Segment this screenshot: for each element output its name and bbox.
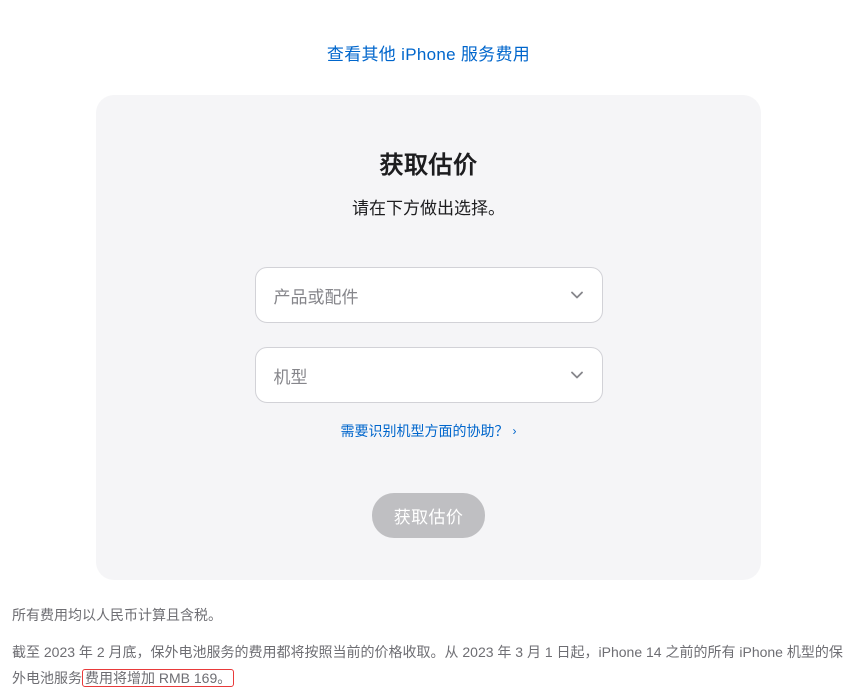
footer-notes: 所有费用均以人民币计算且含税。 截至 2023 年 2 月底，保外电池服务的费用… <box>0 580 857 692</box>
price-increase-highlight: 费用将增加 RMB 169。 <box>82 669 234 687</box>
help-link-wrap: 需要识别机型方面的协助？ › <box>136 421 721 441</box>
footer-note-2: 截至 2023 年 2 月底，保外电池服务的费用都将按照当前的价格收取。从 20… <box>12 639 845 692</box>
top-link-wrap: 查看其他 iPhone 服务费用 <box>0 0 857 95</box>
other-services-link[interactable]: 查看其他 iPhone 服务费用 <box>327 45 530 64</box>
product-select[interactable]: 产品或配件 <box>255 267 603 323</box>
identify-model-help-link[interactable]: 需要识别机型方面的协助？ › <box>341 421 517 441</box>
page-container: 查看其他 iPhone 服务费用 获取估价 请在下方做出选择。 产品或配件 机型… <box>0 0 857 692</box>
help-link-label: 需要识别机型方面的协助？ <box>341 421 509 441</box>
chevron-down-icon <box>570 288 584 302</box>
get-estimate-button[interactable]: 获取估价 <box>372 493 486 538</box>
card-title: 获取估价 <box>136 145 721 180</box>
product-select-placeholder: 产品或配件 <box>274 283 570 308</box>
card-subtitle: 请在下方做出选择。 <box>136 194 721 219</box>
chevron-right-icon: › <box>513 424 517 438</box>
model-select-placeholder: 机型 <box>274 363 570 388</box>
footer-note-1: 所有费用均以人民币计算且含税。 <box>12 602 845 629</box>
estimate-card: 获取估价 请在下方做出选择。 产品或配件 机型 需要识别机型方面的协助？ › 获… <box>96 95 761 580</box>
model-select[interactable]: 机型 <box>255 347 603 403</box>
chevron-down-icon <box>570 368 584 382</box>
